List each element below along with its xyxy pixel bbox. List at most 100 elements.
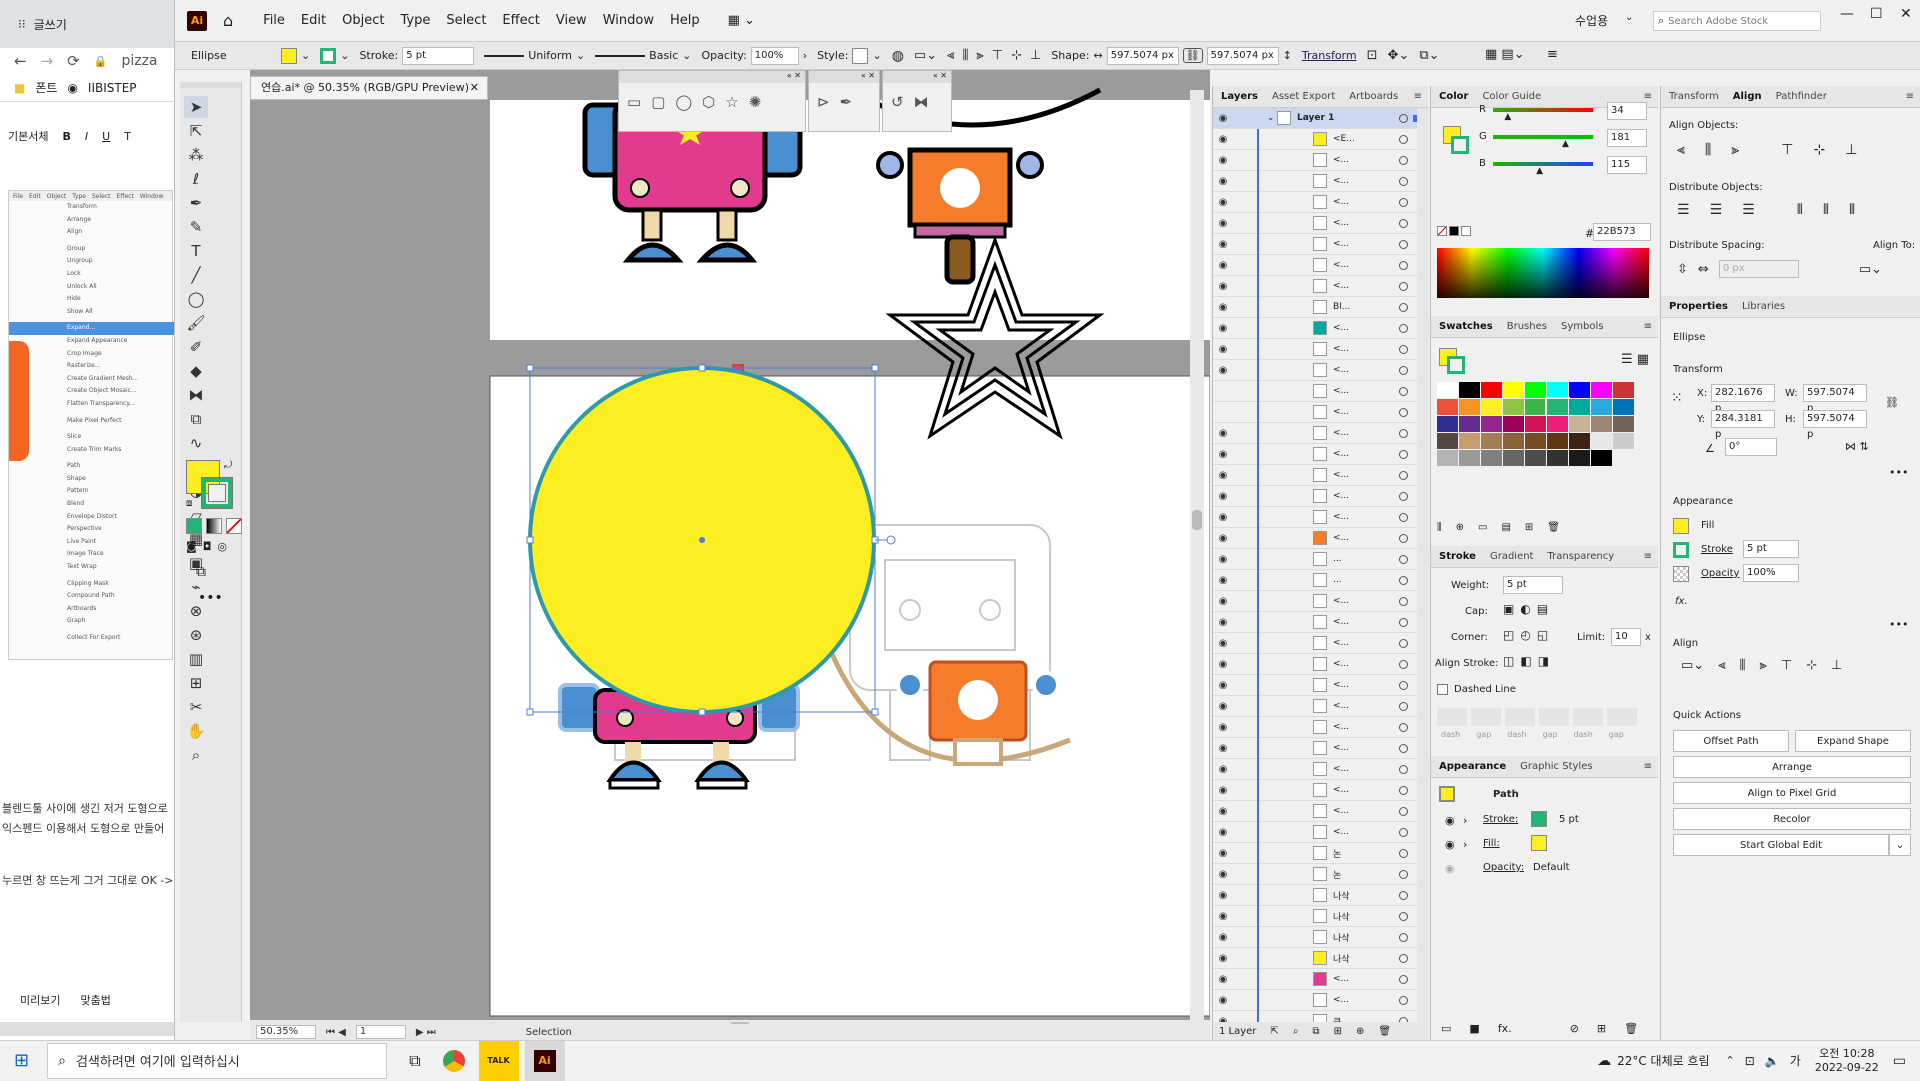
target-icon[interactable] [1399,890,1408,900]
default-colors-icon[interactable]: ⧈ [186,498,192,509]
swatch-cell[interactable] [1591,450,1612,466]
layer-row-name[interactable]: <... [1333,449,1349,459]
fx-button[interactable]: fx. [1675,596,1688,607]
layer-row[interactable]: ◉ <... [1213,318,1428,339]
visibility-icon[interactable]: ◉ [1213,134,1233,145]
tab-stroke[interactable]: Stroke [1439,551,1476,562]
clock[interactable]: 오전 10:28 2022-09-22 [1815,1047,1879,1075]
recolor-button[interactable]: Recolor [1673,808,1911,830]
color-group-icon[interactable]: ▤ [1501,522,1510,533]
dash-field-3[interactable] [1573,708,1603,726]
magic-wand-icon[interactable]: ⁂ [184,144,208,166]
paintbrush-icon[interactable]: 🖌 [184,312,208,334]
swatch-cell[interactable] [1613,399,1634,415]
shaper-tool-icon[interactable]: ✐ [184,336,208,358]
scale-tool-icon[interactable]: ⧉ [184,408,208,430]
home-icon[interactable]: ⌂ [223,11,233,30]
line-tool-icon[interactable]: ╱ [184,264,208,286]
dashed-line-checkbox[interactable] [1437,684,1448,695]
rotate-tool-icon[interactable]: ↺ [891,93,904,111]
brush-select[interactable]: Basic [649,49,678,62]
layer-row-name[interactable]: <... [1333,365,1349,375]
layer-row[interactable]: ◉ <... [1213,528,1428,549]
tab-pathfinder[interactable]: Pathfinder [1776,91,1827,102]
swap-colors-icon[interactable]: ⤾ [224,460,232,471]
align-center-stroke-icon[interactable]: ◫ [1503,654,1514,668]
spellcheck-button[interactable]: 맞춤법 [80,992,110,1008]
dist-right-icon[interactable]: ⦀ [1849,202,1855,218]
w-field[interactable]: 597.5074 p [1803,384,1867,414]
g-field[interactable]: 181 [1607,129,1647,147]
properties-stroke-weight[interactable]: 5 pt [1743,540,1799,558]
target-icon[interactable] [1399,281,1408,291]
align-vcenter-icon[interactable]: ⊹ [1806,658,1817,673]
visibility-icon[interactable]: ◉ [1213,512,1233,523]
visibility-icon[interactable]: ◉ [1213,533,1233,544]
swatch-cell[interactable] [1481,416,1502,432]
target-icon[interactable] [1399,638,1408,648]
black-swatch[interactable] [1449,226,1459,236]
layer-row-name[interactable]: <... [1333,386,1349,396]
zoom-field[interactable]: 50.35% [256,1025,316,1039]
flyout-titlebar[interactable]: « ✕ [809,71,879,83]
target-icon[interactable] [1399,932,1408,942]
layer-row-name[interactable]: <... [1333,218,1349,228]
tab-align[interactable]: Align [1733,91,1762,102]
layer-row-name[interactable]: <... [1333,680,1349,690]
align-top-icon[interactable]: ⊤ [1781,142,1793,158]
target-icon[interactable] [1399,827,1408,837]
underline-button[interactable]: U [102,130,110,143]
tab-layers[interactable]: Layers [1221,91,1258,102]
target-icon[interactable] [1399,428,1408,438]
layer-row[interactable]: ◉ 나삭 [1213,885,1428,906]
clear-appearance-icon[interactable]: ⊘ [1570,1022,1579,1035]
swatch-cell[interactable] [1525,399,1546,415]
tab-symbols[interactable]: Symbols [1561,321,1603,332]
properties-opacity-link[interactable]: Opacity [1701,568,1739,579]
properties-stroke-link[interactable]: Stroke [1701,544,1733,555]
arrange-button[interactable]: Arrange [1673,756,1911,778]
layer-row-name[interactable]: 논 [1333,847,1341,860]
add-fill-icon[interactable]: ■ [1469,1022,1479,1035]
artwork-canvas[interactable] [250,70,1211,1040]
star-tool-icon[interactable]: ☆ [725,93,738,111]
italic-button[interactable]: I [85,130,88,143]
layer-row[interactable]: ◉ <... [1213,591,1428,612]
layer-row-name[interactable]: <... [1333,197,1349,207]
chevron-down-icon[interactable]: ⌄ [1267,113,1275,123]
curvature-tool-icon[interactable]: ✎ [184,216,208,238]
layer-row[interactable]: ◉ <... [1213,780,1428,801]
visibility-icon[interactable]: ◉ [1213,260,1233,271]
target-icon[interactable] [1399,617,1408,627]
layer-row[interactable]: ◉ <... [1213,255,1428,276]
tab-properties[interactable]: Properties [1669,301,1728,312]
tab-asset-export[interactable]: Asset Export [1272,91,1335,102]
square-cap-icon[interactable]: ▤ [1537,602,1548,616]
new-swatch-icon[interactable]: ⊞ [1525,522,1533,533]
appearance-fill-link[interactable]: Fill: [1483,838,1500,849]
more-tools-icon[interactable]: ••• [198,590,223,606]
swatch-cell[interactable] [1437,399,1458,415]
appearance-stroke-swatch[interactable] [1531,811,1547,827]
layer-row-name[interactable]: <... [1333,512,1349,522]
layer-row-name[interactable]: <... [1333,995,1349,1005]
layer-row-name[interactable]: <... [1333,638,1349,648]
miter-join-icon[interactable]: ◰ [1503,628,1514,642]
layer-row-name[interactable]: 나삭 [1333,931,1350,944]
swatch-cell[interactable] [1525,433,1546,449]
target-icon[interactable] [1399,260,1408,270]
appearance-opacity-link[interactable]: Opacity: [1483,862,1524,873]
layer-row[interactable]: ◉ <... [1213,633,1428,654]
swatch-cell[interactable] [1437,433,1458,449]
align-hcenter-icon[interactable]: ⫼ [1705,142,1711,158]
layer-row-name[interactable]: <... [1333,659,1349,669]
align-left-icon[interactable]: ⫷ [947,48,954,63]
layer-row-name[interactable]: ... [1333,554,1342,564]
envelope-icon[interactable]: ⧉⌄ [1419,48,1439,63]
swatch-cell[interactable] [1503,450,1524,466]
target-icon[interactable] [1399,554,1408,564]
first-artboard-icon[interactable]: ⏮ ◀ [326,1027,346,1038]
kakaotalk-icon[interactable]: TALK [478,1040,519,1081]
layer-row[interactable]: ◉ 나삭 [1213,927,1428,948]
layer-row[interactable]: ◉ <... [1213,486,1428,507]
